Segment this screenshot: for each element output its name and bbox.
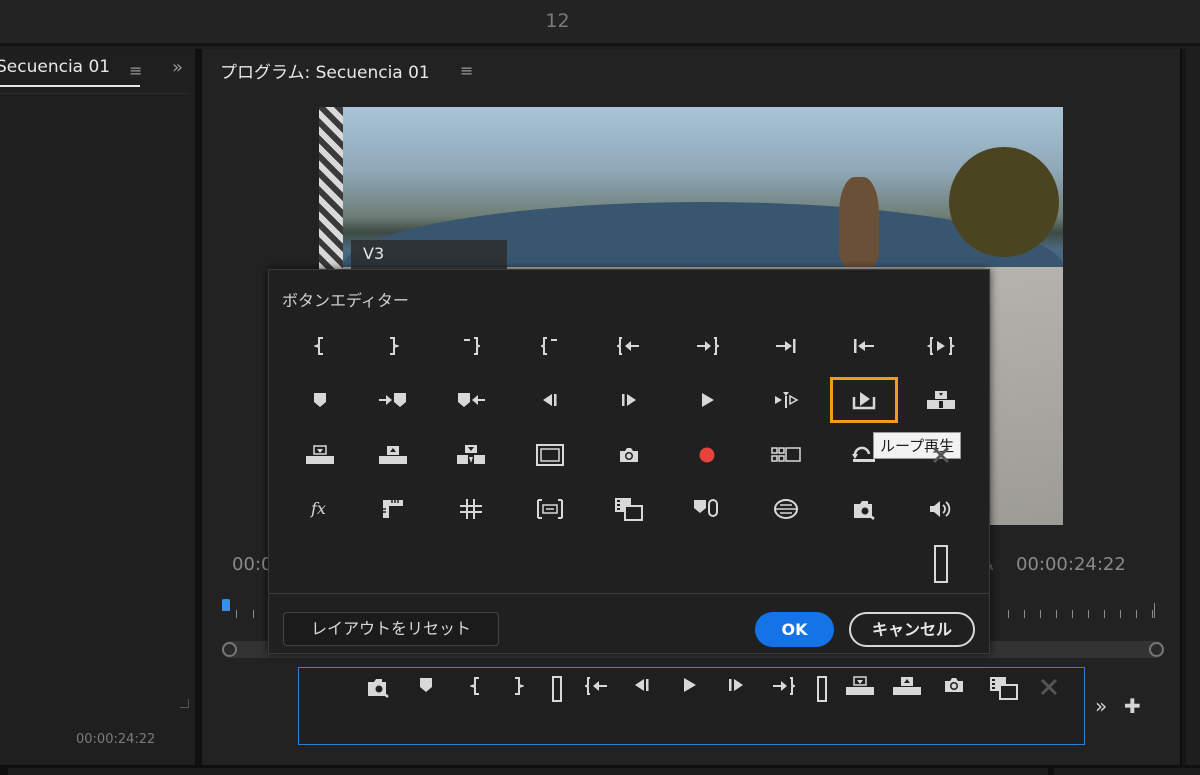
- record-icon[interactable]: [687, 440, 727, 470]
- extract-icon[interactable]: [373, 440, 413, 470]
- go-to-in-icon[interactable]: [609, 331, 649, 361]
- playhead[interactable]: [222, 599, 230, 611]
- fx-bypass-icon[interactable]: fx: [300, 494, 340, 524]
- timeline-panel: Secuencia 01 ≡ » 00:00:24:22: [0, 49, 195, 765]
- spacer-icon[interactable]: [934, 545, 948, 583]
- ruler-tick-end: [1154, 603, 1155, 618]
- ruler-tick: [1136, 610, 1137, 618]
- zoom-fit-icon[interactable]: [844, 494, 884, 524]
- ruler-tick: [253, 610, 254, 618]
- shuttle-icon[interactable]: [766, 385, 806, 415]
- next-marker-icon[interactable]: [373, 385, 413, 415]
- dialog-divider: [269, 593, 989, 594]
- ruler-tick: [1120, 610, 1121, 618]
- show-guides-icon[interactable]: [451, 494, 491, 524]
- reset-layout-button[interactable]: レイアウトをリセット: [283, 612, 499, 646]
- button-editor-dialog: ボタンエディター ループ再生 レイアウトをリセット OK キャンセル fx: [268, 269, 990, 654]
- snap-vr-icon[interactable]: [766, 494, 806, 524]
- dialog-title: ボタンエディター: [282, 291, 409, 310]
- vr-video-icon[interactable]: [530, 494, 570, 524]
- previous-edit-icon[interactable]: [844, 331, 884, 361]
- step-back-icon[interactable]: [629, 676, 655, 698]
- bottom-bar: [0, 765, 1200, 775]
- right-panel-edge: [1180, 49, 1200, 765]
- duration-timecode: 00:00:24:22: [1016, 554, 1126, 575]
- transport-button-bar[interactable]: [298, 667, 1085, 745]
- program-title[interactable]: プログラム: Secuencia 01: [220, 58, 430, 83]
- add-marker-icon[interactable]: [300, 385, 340, 415]
- go-to-in-icon[interactable]: [583, 676, 610, 698]
- go-to-out-icon[interactable]: [770, 676, 797, 698]
- ruler-tick: [1008, 610, 1009, 618]
- spacer-icon[interactable]: [544, 676, 570, 702]
- workspace-title: 12: [545, 10, 570, 32]
- mark-in-icon[interactable]: [463, 676, 489, 698]
- svg-text:fx: fx: [310, 499, 326, 518]
- restore-icon[interactable]: [844, 440, 884, 470]
- cancel-button[interactable]: キャンセル: [849, 612, 975, 647]
- add-marker-icon[interactable]: [413, 676, 439, 698]
- ruler-tick: [236, 610, 237, 618]
- step-forward-icon[interactable]: [723, 676, 749, 698]
- add-button-icon[interactable]: ✚: [1124, 694, 1141, 718]
- export-frame-icon[interactable]: [941, 676, 967, 698]
- multi-camera-icon[interactable]: [766, 440, 806, 470]
- play-icon[interactable]: [687, 385, 727, 415]
- play-icon[interactable]: [676, 676, 702, 698]
- proxy-toggle-icon[interactable]: [921, 440, 961, 470]
- clear-in-icon[interactable]: [451, 331, 491, 361]
- tab-divider: [0, 93, 190, 94]
- lift-icon[interactable]: [300, 440, 340, 470]
- ruler-tick: [1024, 610, 1025, 618]
- chevron-right-icon[interactable]: »: [172, 57, 183, 78]
- track-label: V3: [351, 240, 507, 270]
- comparison-view-icon[interactable]: [989, 676, 1018, 700]
- export-frame-icon[interactable]: [609, 440, 649, 470]
- play-in-to-out-icon[interactable]: [921, 331, 961, 361]
- ruler-tick: [1088, 610, 1089, 618]
- mark-in-icon[interactable]: [300, 331, 340, 361]
- extract-icon[interactable]: [892, 676, 921, 698]
- video-tree: [949, 147, 1059, 257]
- panel-divider[interactable]: [195, 49, 202, 765]
- proxy-toggle-icon[interactable]: [1036, 676, 1062, 698]
- volume-icon[interactable]: [921, 494, 961, 524]
- ruler-tick: [1072, 610, 1073, 618]
- step-forward-icon[interactable]: [609, 385, 649, 415]
- spacer-icon[interactable]: [809, 676, 835, 702]
- mark-out-icon[interactable]: [373, 331, 413, 361]
- step-back-icon[interactable]: [530, 385, 570, 415]
- ruler-tick: [1104, 610, 1105, 618]
- scroll-handle-right[interactable]: [1149, 642, 1164, 657]
- zoom-fit-icon[interactable]: [365, 676, 391, 698]
- ruler-tick: [1152, 610, 1153, 618]
- safe-margins-icon[interactable]: [530, 440, 570, 470]
- ok-button[interactable]: OK: [755, 612, 834, 647]
- chevron-right-icon[interactable]: »: [1095, 694, 1107, 718]
- ruler-tick: [1040, 610, 1041, 618]
- tab-sequence[interactable]: Secuencia 01: [0, 57, 140, 87]
- panel-menu-icon[interactable]: ≡: [129, 61, 142, 80]
- clear-out-icon[interactable]: [530, 331, 570, 361]
- go-to-out-icon[interactable]: [687, 331, 727, 361]
- previous-marker-icon[interactable]: [451, 385, 491, 415]
- mark-out-icon[interactable]: [505, 676, 531, 698]
- panel-menu-icon[interactable]: ≡: [460, 61, 473, 80]
- scroll-handle-left[interactable]: [222, 642, 237, 657]
- comparison-view-icon[interactable]: [609, 494, 649, 524]
- overwrite-icon[interactable]: [921, 385, 961, 415]
- current-timecode[interactable]: 00:0: [232, 554, 272, 575]
- resize-grip-icon[interactable]: [180, 699, 189, 708]
- next-edit-icon[interactable]: [766, 331, 806, 361]
- top-bar: 12: [0, 0, 1200, 46]
- lift-icon[interactable]: [845, 676, 874, 698]
- video-person: [839, 177, 879, 267]
- insert-icon[interactable]: [451, 440, 491, 470]
- ruler-tick: [1056, 610, 1057, 618]
- show-rulers-icon[interactable]: [373, 494, 413, 524]
- marker-link-icon[interactable]: [687, 494, 727, 524]
- loop-playback-icon[interactable]: [830, 377, 898, 423]
- timecode-label: 00:00:24:22: [76, 732, 156, 747]
